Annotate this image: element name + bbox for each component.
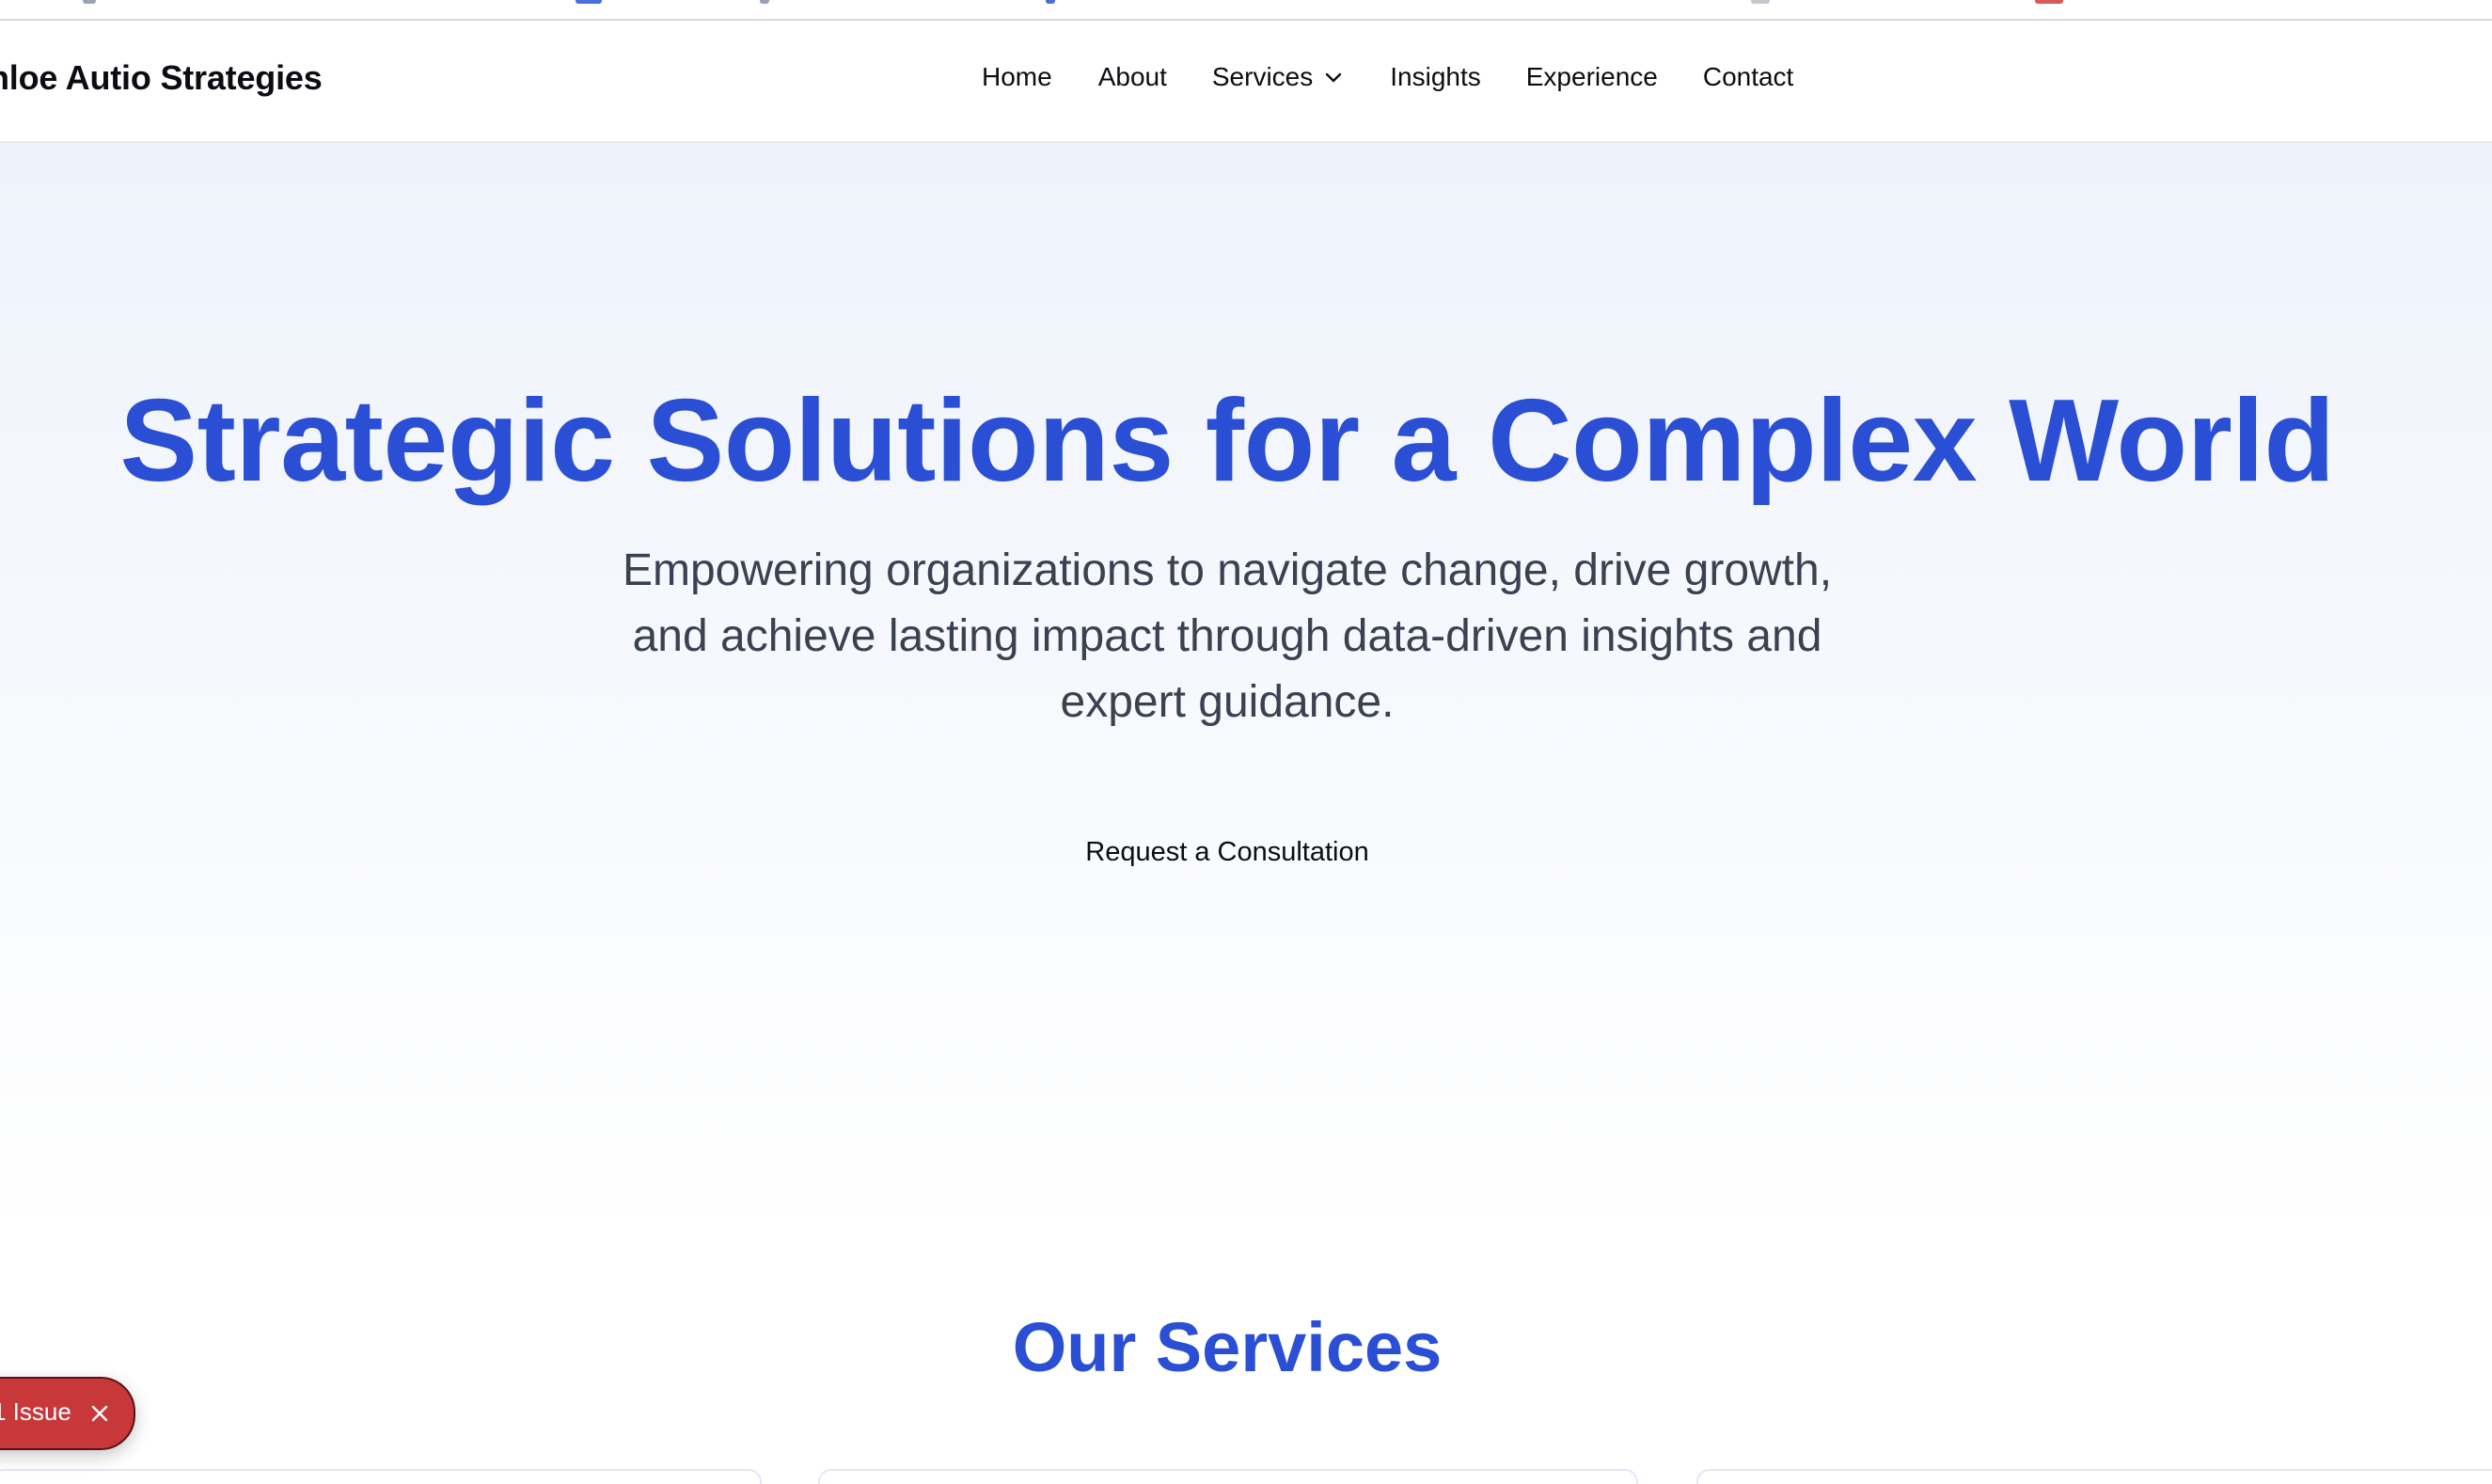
nav-insights[interactable]: Insights xyxy=(1390,62,1481,92)
bookmark-marker xyxy=(1751,0,1770,4)
main-nav: Home About Services Insights Experience … xyxy=(982,62,1793,92)
nav-about[interactable]: About xyxy=(1098,62,1167,92)
service-card[interactable] xyxy=(1696,1469,2492,1484)
nav-services-label: Services xyxy=(1211,62,1314,91)
brand-logo-text[interactable]: hloe Autio Strategies xyxy=(0,58,323,98)
nav-contact[interactable]: Contact xyxy=(1703,62,1794,92)
nav-experience[interactable]: Experience xyxy=(1526,62,1658,92)
page: hloe Autio Strategies Home About Service… xyxy=(0,0,2492,1484)
site-header: hloe Autio Strategies Home About Service… xyxy=(0,21,2492,143)
bookmark-marker xyxy=(760,0,769,4)
request-consultation-button[interactable]: Request a Consultation xyxy=(1044,829,1411,876)
nav-home[interactable]: Home xyxy=(982,62,1052,92)
bookmark-marker xyxy=(1046,0,1055,4)
issue-badge[interactable]: 1 Issue xyxy=(0,1377,135,1450)
bookmark-marker xyxy=(2035,0,2063,4)
issue-badge-label: 1 Issue xyxy=(0,1397,71,1426)
service-card[interactable] xyxy=(818,1469,1638,1484)
bookmark-marker xyxy=(83,0,96,4)
hero-section: Strategic Solutions for a Complex World … xyxy=(0,143,2492,1243)
hero-subtitle: Empowering organizations to navigate cha… xyxy=(622,545,1833,727)
chevron-down-icon xyxy=(1326,72,1342,83)
browser-bookmarks-strip xyxy=(0,0,2492,21)
close-icon[interactable] xyxy=(88,1402,111,1425)
service-card[interactable] xyxy=(0,1469,762,1484)
services-section-title: Our Services xyxy=(1012,1308,1443,1386)
nav-services[interactable]: Services xyxy=(1212,62,1345,92)
bookmark-marker xyxy=(576,0,602,4)
hero-title: Strategic Solutions for a Complex World xyxy=(119,376,2335,506)
